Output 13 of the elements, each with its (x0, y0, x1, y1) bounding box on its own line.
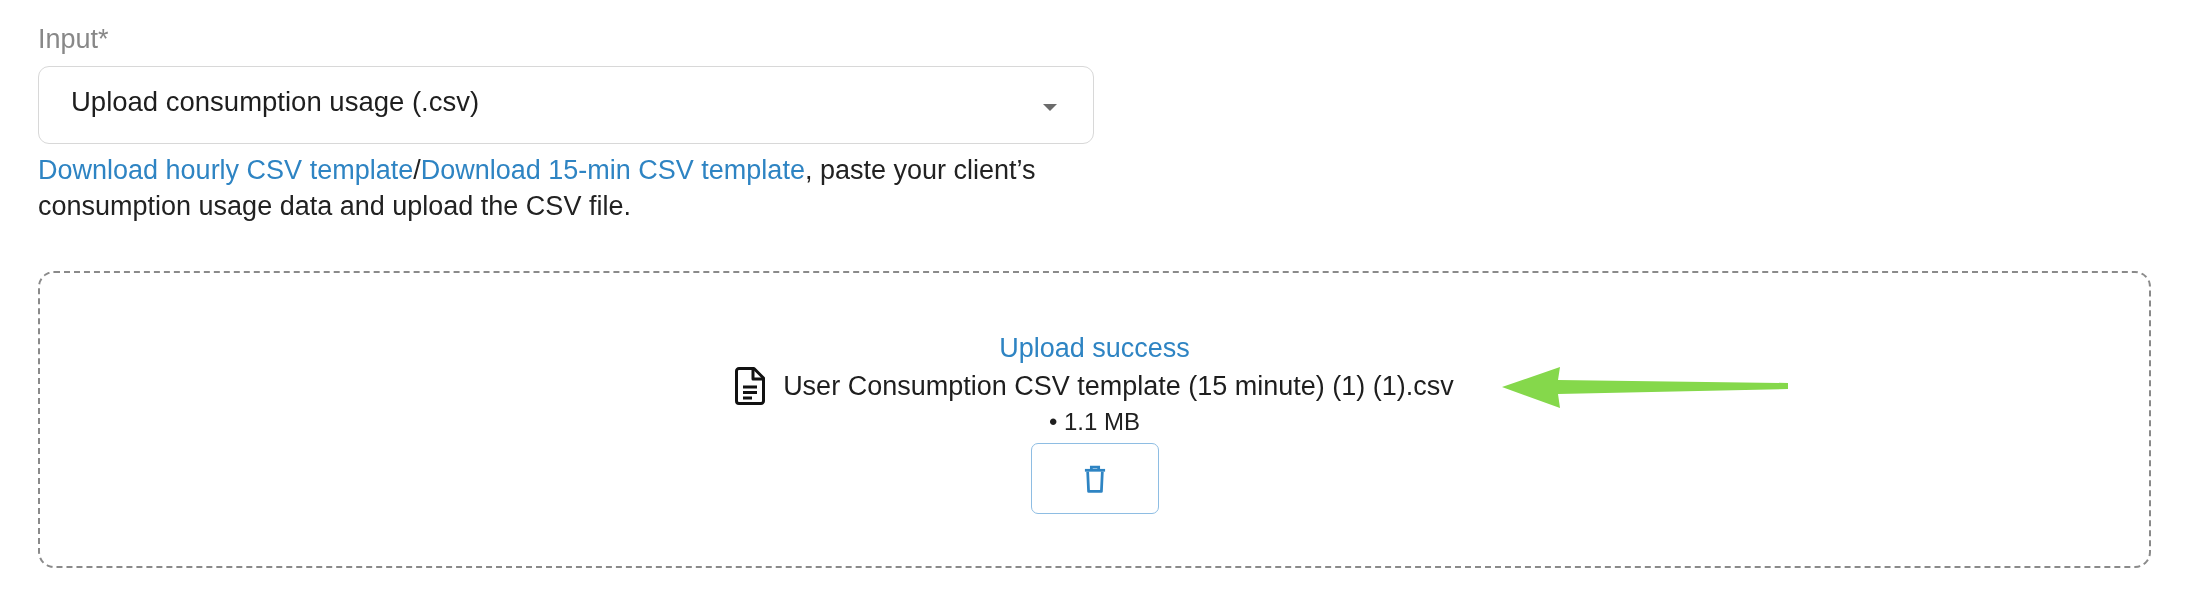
download-link[interactable]: Download 15-min CSV template (420, 155, 805, 185)
upload-status: Upload success (999, 333, 1190, 363)
file-size: • 1.1 MB (1048, 407, 1141, 437)
delete-button[interactable] (1030, 443, 1159, 514)
download-link[interactable]: Download hourly CSV template (38, 155, 414, 185)
caret-icon (1043, 103, 1057, 111)
file-name: User Consumption CSV template (15 minute) (1) (1).csv (783, 370, 1454, 402)
upload-dropzone[interactable]: Upload success User Consumption CSV template (15 minute) (1) (1).csv • 1.1 MB (38, 271, 2151, 568)
document-icon (735, 367, 766, 405)
field-label: Input* (38, 23, 110, 54)
trash-icon (1083, 464, 1106, 493)
help-text: Download hourly CSV template/Download 15-min CSV template, paste your client’s consumption usage data and upload the CSV file. (38, 154, 1037, 223)
dropdown-select[interactable]: Upload consumption usage (.csv) (38, 66, 1094, 144)
